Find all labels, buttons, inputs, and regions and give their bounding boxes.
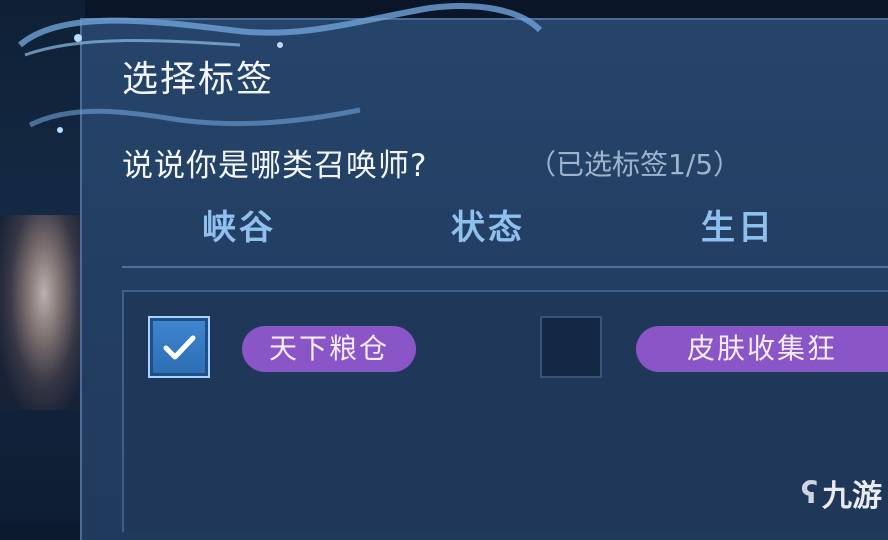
watermark: ʕ 九游 bbox=[801, 471, 882, 515]
tab-xiagu[interactable]: 峡谷 bbox=[202, 200, 276, 249]
dialog-title: 选择标签 bbox=[122, 59, 275, 100]
jiuyou-logo-icon: ʕ bbox=[800, 475, 818, 511]
tag-checkbox-tianxialiangcang[interactable] bbox=[148, 316, 210, 378]
question-text: 说说你是哪类召唤师? bbox=[122, 148, 428, 184]
background-portrait bbox=[0, 215, 80, 410]
tab-shengri[interactable]: 生日 bbox=[701, 200, 775, 249]
top-bar bbox=[0, 0, 888, 20]
tabs-divider bbox=[122, 266, 888, 268]
tag-pifushoujikuang[interactable]: 皮肤收集狂 bbox=[636, 326, 888, 372]
tag-checkbox-pifushoujikuang[interactable] bbox=[540, 316, 602, 378]
tag-tianxialiangcang[interactable]: 天下粮仓 bbox=[242, 326, 416, 372]
watermark-text: 九游 bbox=[822, 479, 882, 514]
selected-count: （已选标签1/5） bbox=[528, 148, 742, 181]
tab-zhuangtai[interactable]: 状态 bbox=[451, 200, 525, 249]
checkmark-icon bbox=[163, 335, 196, 360]
